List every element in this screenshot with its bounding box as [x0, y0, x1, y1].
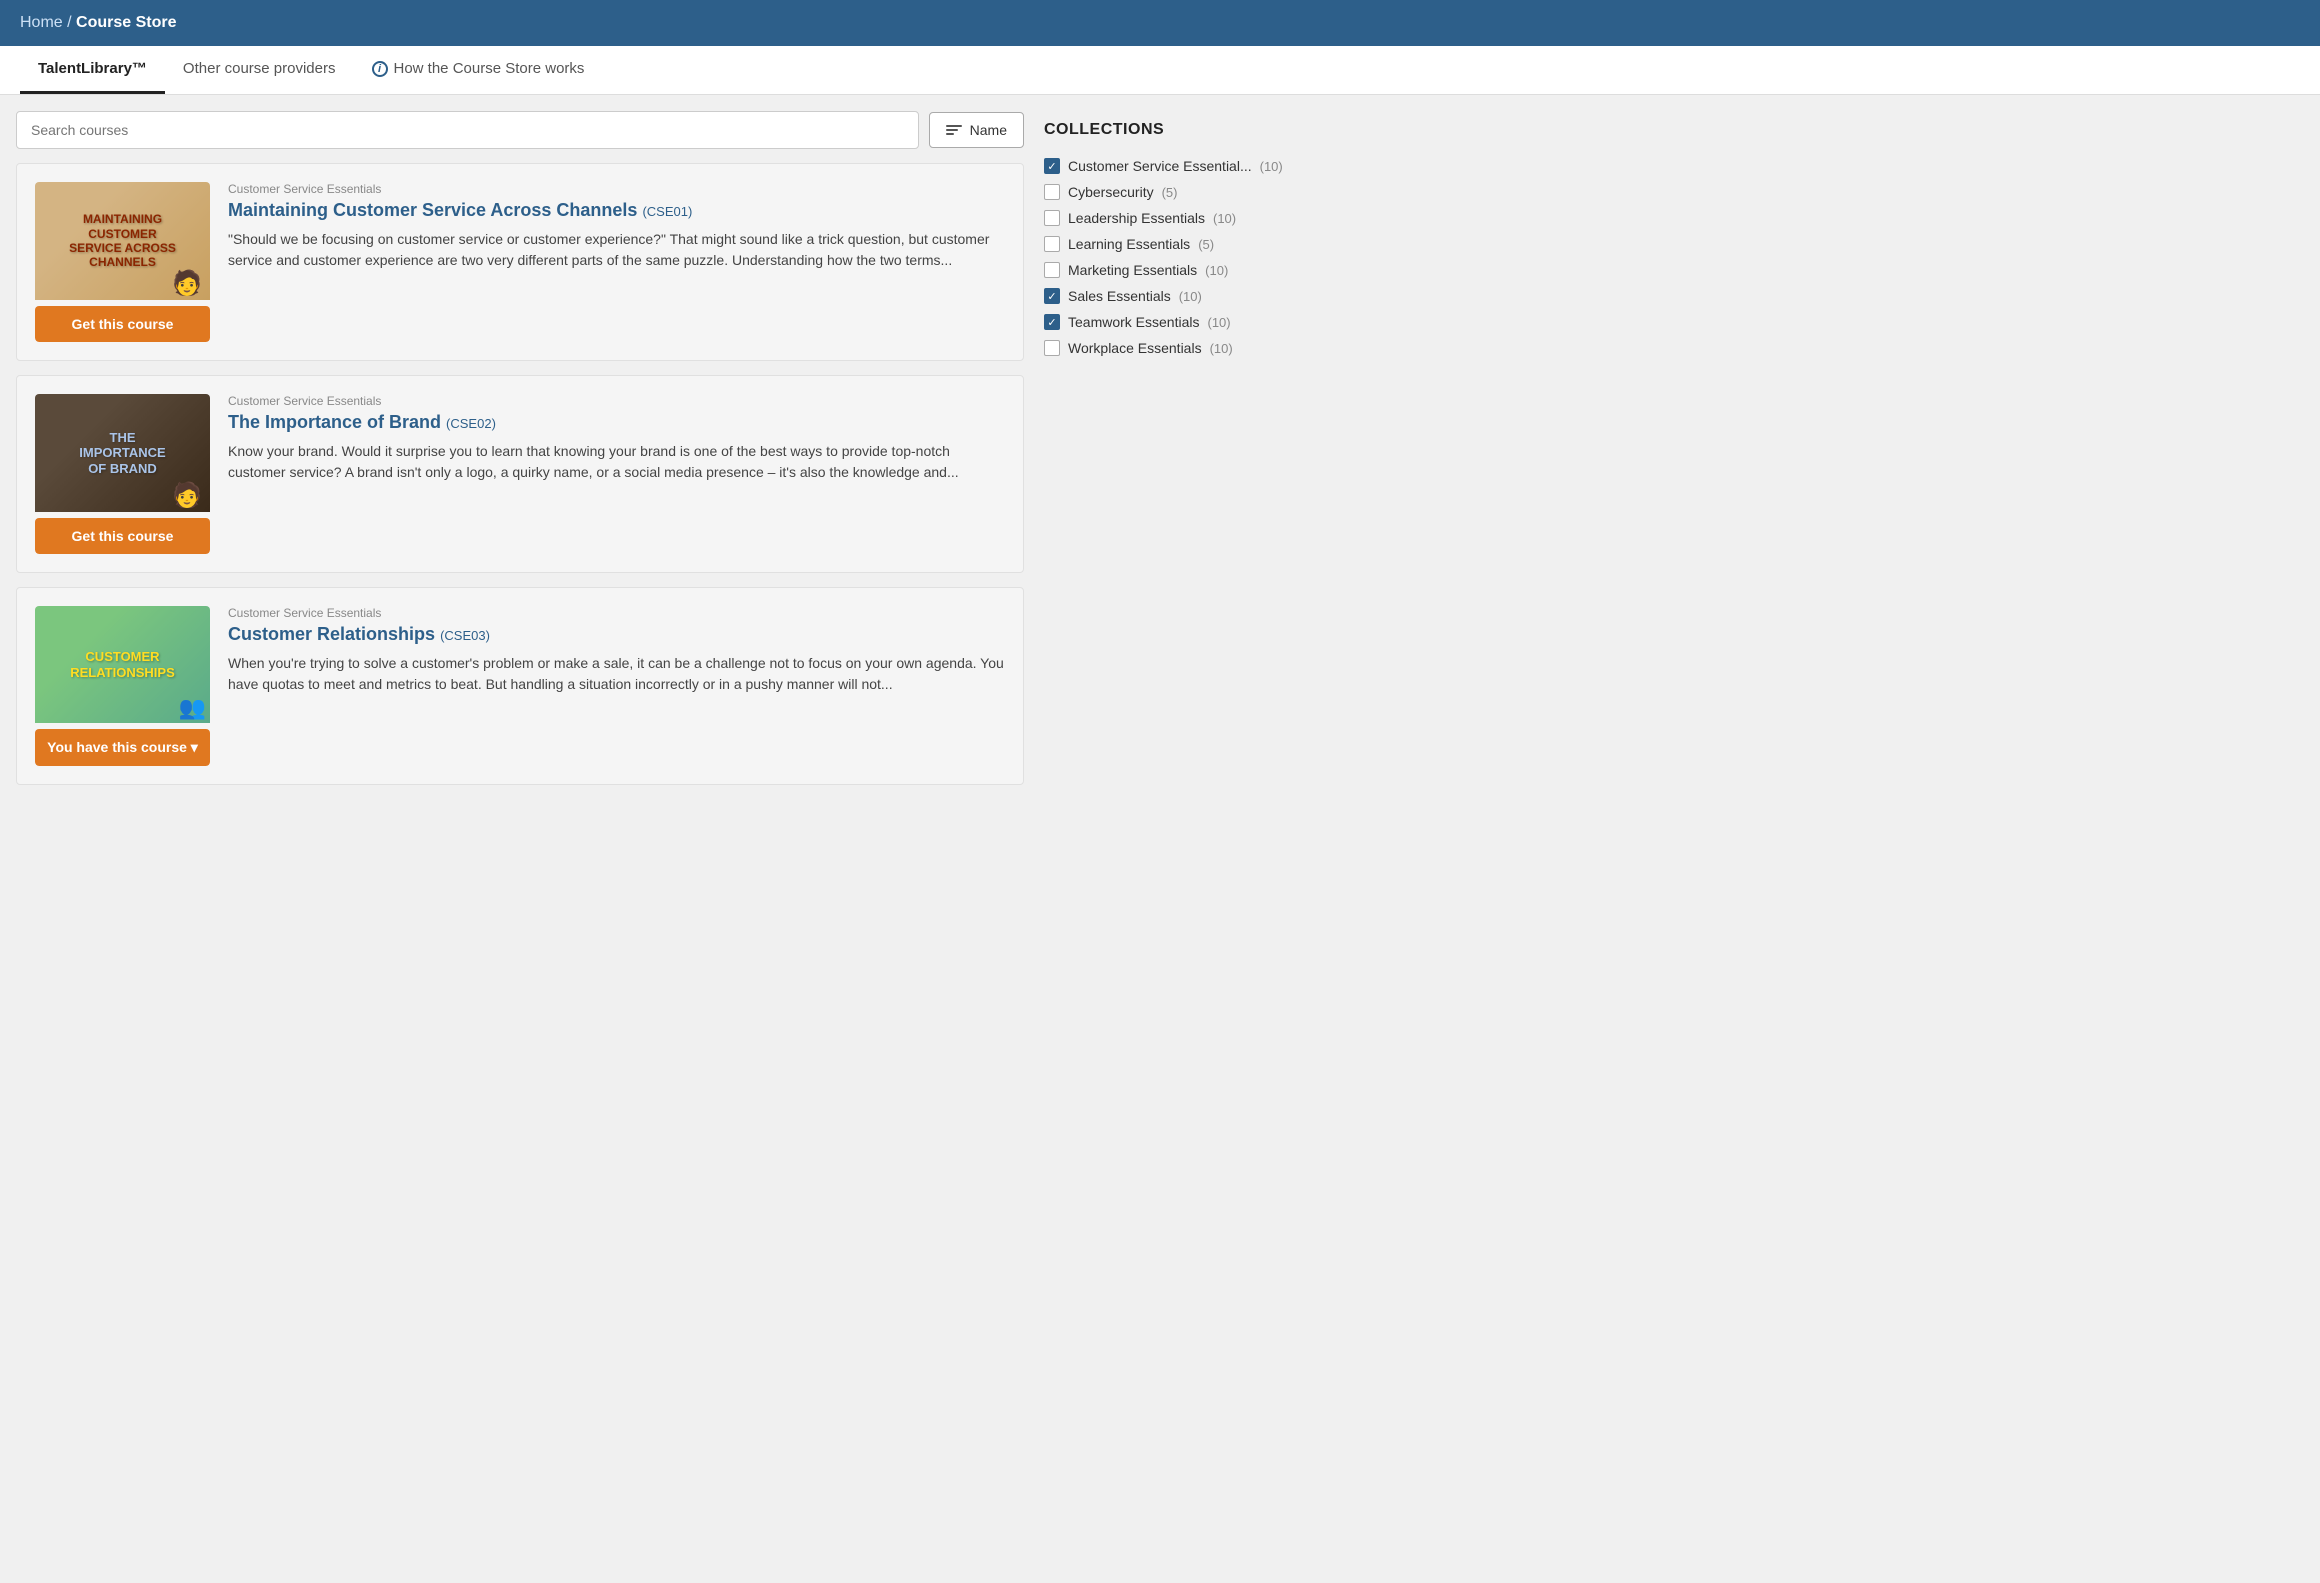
collection-checkbox-sales[interactable] — [1044, 288, 1060, 304]
course-desc-cse01: "Should we be focusing on customer servi… — [228, 229, 1005, 271]
course-code-cse02: (CSE02) — [446, 416, 496, 431]
course-thumb-image-cse02: THEIMPORTANCEOF BRAND 🧑 — [35, 394, 210, 512]
collection-checkbox-teamwork[interactable] — [1044, 314, 1060, 330]
tab-other-providers[interactable]: Other course providers — [165, 46, 354, 94]
collection-item-marketing[interactable]: Marketing Essentials (10) — [1044, 257, 1304, 283]
course-thumb-image-cse01: MAINTAININGCUSTOMERSERVICE ACROSSCHANNEL… — [35, 182, 210, 300]
you-have-course-button-cse03[interactable]: You have this course — [35, 729, 210, 766]
collection-checkbox-leadership[interactable] — [1044, 210, 1060, 226]
sidebar: COLLECTIONS Customer Service Essential..… — [1044, 111, 1304, 799]
course-title-text-cse02: The Importance of Brand — [228, 412, 441, 432]
course-info-cse01: Customer Service Essentials Maintaining … — [228, 182, 1005, 271]
collection-label-sales: Sales Essentials — [1068, 288, 1171, 304]
sort-button[interactable]: Name — [929, 112, 1024, 148]
collection-checkbox-cybersecurity[interactable] — [1044, 184, 1060, 200]
tabs-bar: TalentLibrary™ Other course providers i … — [0, 46, 2320, 95]
course-thumb-image-cse03: CUSTOMERRELATIONSHIPS 👥 — [35, 606, 210, 723]
search-input[interactable] — [16, 111, 919, 149]
collection-checkbox-customer-service[interactable] — [1044, 158, 1060, 174]
course-thumbnail-cse01: MAINTAININGCUSTOMERSERVICE ACROSSCHANNEL… — [35, 182, 210, 342]
course-info-cse03: Customer Service Essentials Customer Rel… — [228, 606, 1005, 695]
collections-title: COLLECTIONS — [1044, 121, 1304, 139]
course-title-cse02[interactable]: The Importance of Brand (CSE02) — [228, 412, 1005, 433]
tab-talent-library-label: TalentLibrary™ — [38, 60, 147, 77]
course-code-cse01: (CSE01) — [642, 204, 692, 219]
breadcrumb-home[interactable]: Home — [20, 14, 63, 31]
collection-count-leadership: (10) — [1213, 211, 1236, 226]
tab-other-providers-label: Other course providers — [183, 60, 336, 77]
collection-checkbox-learning[interactable] — [1044, 236, 1060, 252]
course-title-cse03[interactable]: Customer Relationships (CSE03) — [228, 624, 1005, 645]
course-card-cse03: CUSTOMERRELATIONSHIPS 👥 You have this co… — [16, 587, 1024, 785]
main-container: Name MAINTAININGCUSTOMERSERVICE ACROSSCH… — [0, 95, 1320, 815]
collection-checkbox-marketing[interactable] — [1044, 262, 1060, 278]
course-card-cse01: MAINTAININGCUSTOMERSERVICE ACROSSCHANNEL… — [16, 163, 1024, 361]
collection-count-customer-service: (10) — [1260, 159, 1283, 174]
course-desc-cse03: When you're trying to solve a customer's… — [228, 653, 1005, 695]
sort-button-label: Name — [970, 122, 1007, 138]
collection-label-teamwork: Teamwork Essentials — [1068, 314, 1200, 330]
collection-item-workplace[interactable]: Workplace Essentials (10) — [1044, 335, 1304, 361]
course-collection-cse01: Customer Service Essentials — [228, 182, 1005, 196]
tab-how-it-works[interactable]: i How the Course Store works — [354, 46, 603, 94]
collection-item-customer-service[interactable]: Customer Service Essential... (10) — [1044, 153, 1304, 179]
collection-item-leadership[interactable]: Leadership Essentials (10) — [1044, 205, 1304, 231]
collection-label-leadership: Leadership Essentials — [1068, 210, 1205, 226]
collection-item-learning[interactable]: Learning Essentials (5) — [1044, 231, 1304, 257]
collection-count-teamwork: (10) — [1208, 315, 1231, 330]
content-area: Name MAINTAININGCUSTOMERSERVICE ACROSSCH… — [16, 111, 1024, 799]
collection-label-customer-service: Customer Service Essential... — [1068, 158, 1252, 174]
course-code-cse03: (CSE03) — [440, 628, 490, 643]
course-info-cse02: Customer Service Essentials The Importan… — [228, 394, 1005, 483]
course-desc-cse02: Know your brand. Would it surprise you t… — [228, 441, 1005, 483]
collection-count-learning: (5) — [1198, 237, 1214, 252]
search-bar-row: Name — [16, 111, 1024, 149]
course-card-cse02: THEIMPORTANCEOF BRAND 🧑 Get this course … — [16, 375, 1024, 573]
sort-icon — [946, 125, 962, 135]
course-thumbnail-cse03: CUSTOMERRELATIONSHIPS 👥 You have this co… — [35, 606, 210, 766]
collection-item-teamwork[interactable]: Teamwork Essentials (10) — [1044, 309, 1304, 335]
info-icon: i — [372, 61, 388, 77]
course-collection-cse02: Customer Service Essentials — [228, 394, 1005, 408]
tab-talent-library[interactable]: TalentLibrary™ — [20, 46, 165, 94]
get-course-button-cse01[interactable]: Get this course — [35, 306, 210, 342]
collection-count-workplace: (10) — [1210, 341, 1233, 356]
collection-label-workplace: Workplace Essentials — [1068, 340, 1202, 356]
collection-label-cybersecurity: Cybersecurity — [1068, 184, 1154, 200]
collection-checkbox-workplace[interactable] — [1044, 340, 1060, 356]
collection-label-marketing: Marketing Essentials — [1068, 262, 1197, 278]
collection-count-cybersecurity: (5) — [1162, 185, 1178, 200]
course-title-cse01[interactable]: Maintaining Customer Service Across Chan… — [228, 200, 1005, 221]
collection-item-cybersecurity[interactable]: Cybersecurity (5) — [1044, 179, 1304, 205]
course-collection-cse03: Customer Service Essentials — [228, 606, 1005, 620]
collection-count-sales: (10) — [1179, 289, 1202, 304]
collection-count-marketing: (10) — [1205, 263, 1228, 278]
course-thumbnail-cse02: THEIMPORTANCEOF BRAND 🧑 Get this course — [35, 394, 210, 554]
collection-item-sales[interactable]: Sales Essentials (10) — [1044, 283, 1304, 309]
breadcrumb-current: Course Store — [76, 14, 176, 31]
breadcrumb: Home / Course Store — [20, 14, 2300, 32]
breadcrumb-separator: / — [63, 14, 76, 31]
course-title-text-cse01: Maintaining Customer Service Across Chan… — [228, 200, 637, 220]
collection-label-learning: Learning Essentials — [1068, 236, 1190, 252]
header: Home / Course Store — [0, 0, 2320, 46]
get-course-button-cse02[interactable]: Get this course — [35, 518, 210, 554]
tab-how-it-works-label: How the Course Store works — [394, 60, 585, 77]
course-title-text-cse03: Customer Relationships — [228, 624, 435, 644]
